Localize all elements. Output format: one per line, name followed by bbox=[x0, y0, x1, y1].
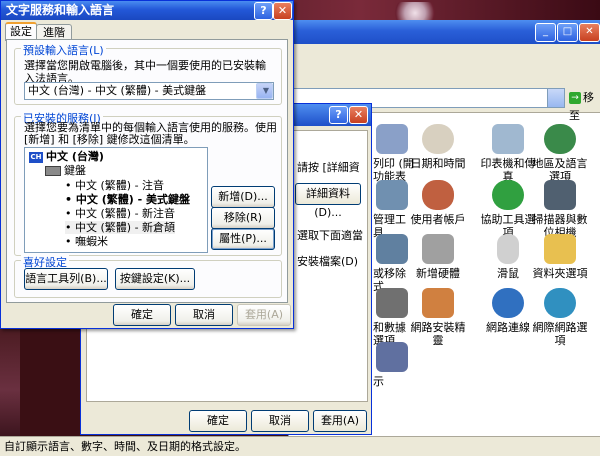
tree-language-node[interactable]: CH 中文 (台灣) bbox=[29, 150, 104, 163]
help-button[interactable]: ? bbox=[329, 106, 348, 124]
settings-tab-panel: 預設輸入語言(L) 選擇當您開啟電腦後，其中一個要使用的已安裝輸入法語言。 中文… bbox=[6, 39, 288, 303]
remove-button[interactable]: 移除(R) bbox=[211, 207, 275, 229]
properties-button[interactable]: 屬性(P)... bbox=[211, 228, 275, 250]
keyboard-icon bbox=[45, 166, 61, 176]
control-panel-titlebar[interactable]: _ □ ✕ bbox=[289, 20, 600, 44]
chevron-down-icon[interactable]: ▼ bbox=[256, 83, 273, 99]
details-button[interactable]: 詳細資料(D)... bbox=[295, 183, 361, 219]
key-settings-button[interactable]: 按鍵設定(K)... bbox=[115, 268, 195, 290]
maximize-button[interactable]: □ bbox=[557, 23, 578, 42]
details-instruction-text: 請按 [詳細資 bbox=[297, 161, 360, 174]
control-panel-item-internet-options[interactable]: 網際網路選 項 bbox=[519, 288, 600, 347]
close-button[interactable]: ✕ bbox=[579, 23, 600, 42]
control-panel-item-regional[interactable]: 地區及語言 選項 bbox=[519, 124, 600, 183]
close-button[interactable]: ✕ bbox=[349, 106, 368, 124]
tree-keyboard-node[interactable]: 鍵盤 bbox=[45, 164, 86, 177]
user-accounts-icon bbox=[422, 180, 454, 210]
add-button[interactable]: 新增(D)... bbox=[211, 186, 275, 208]
ok-button[interactable]: 確定 bbox=[189, 410, 247, 432]
go-button[interactable]: → 移至 bbox=[569, 89, 600, 122]
apply-button[interactable]: 套用(A) bbox=[237, 304, 291, 326]
status-bar: 自訂顯示語言、數字、時間、及日期的格式設定。 bbox=[0, 436, 600, 456]
clock-icon bbox=[422, 124, 454, 154]
tree-item-label: 中文 (繁體) - 美式鍵盤 bbox=[75, 193, 190, 206]
tree-item-selected[interactable]: • 中文 (繁體) - 新倉頡 bbox=[65, 221, 176, 234]
minimize-button[interactable]: _ bbox=[535, 23, 556, 42]
tab-advanced[interactable]: 進階 bbox=[36, 24, 72, 40]
globe-icon bbox=[544, 124, 576, 154]
menu-bar bbox=[289, 44, 600, 99]
control-panel-item-scanners[interactable]: 掃描器與數 位相機 bbox=[519, 180, 600, 239]
help-button[interactable]: ? bbox=[254, 2, 273, 20]
internet-globe-icon bbox=[544, 288, 576, 318]
dialog-title: 文字服務和輸入語言 bbox=[6, 3, 115, 17]
text-services-dialog: 文字服務和輸入語言 ? ✕ 設定 進階 預設輸入語言(L) 選擇當您開啟電腦後，… bbox=[0, 0, 294, 329]
tree-item-label: 嘸蝦米 bbox=[75, 235, 108, 248]
services-tree[interactable]: CH 中文 (台灣) 鍵盤 • 中文 (繁體) - 注音 • 中文 (繁體) - … bbox=[24, 147, 208, 253]
close-button[interactable]: ✕ bbox=[273, 2, 292, 20]
ok-button[interactable]: 確定 bbox=[113, 304, 171, 326]
tree-item[interactable]: • 中文 (繁體) - 美式鍵盤 bbox=[65, 193, 190, 206]
select-instruction-text: 選取下面適當 bbox=[297, 229, 363, 242]
tree-item-label: 中文 (繁體) - 新倉頡 bbox=[75, 221, 176, 234]
tree-item[interactable]: • 中文 (繁體) - 新注音 bbox=[65, 207, 175, 220]
control-panel-item-folder-options[interactable]: 資料夾選項 bbox=[519, 234, 600, 280]
address-dropdown-button[interactable] bbox=[547, 88, 565, 108]
tree-language-label: 中文 (台灣) bbox=[46, 150, 104, 163]
cancel-button[interactable]: 取消 bbox=[175, 304, 233, 326]
tree-keyboard-label: 鍵盤 bbox=[64, 164, 86, 177]
folder-icon bbox=[544, 234, 576, 264]
default-language-value: 中文 (台灣) - 中文 (繁體) - 美式鍵盤 bbox=[28, 84, 207, 97]
default-language-group-label: 預設輸入語言(L) bbox=[21, 42, 106, 58]
control-panel-item-label: 網際網路選 項 bbox=[532, 321, 588, 347]
mouse-icon bbox=[497, 234, 519, 264]
apply-button[interactable]: 套用(A) bbox=[313, 410, 367, 432]
dialog-titlebar[interactable]: 文字服務和輸入語言 bbox=[1, 1, 293, 20]
network-setup-icon bbox=[422, 288, 454, 318]
tree-item-label: 中文 (繁體) - 新注音 bbox=[75, 207, 176, 220]
language-flag-icon: CH bbox=[29, 151, 43, 163]
tree-item[interactable]: • 中文 (繁體) - 注音 bbox=[65, 179, 164, 192]
control-panel-item-label: 資料夾選項 bbox=[532, 267, 588, 280]
cancel-button[interactable]: 取消 bbox=[251, 410, 309, 432]
display-icon bbox=[376, 342, 408, 372]
tree-item[interactable]: • 嘸蝦米 bbox=[65, 235, 108, 248]
installed-services-description: 選擇您要為清單中的每個輸入語言使用的服務。使用 [新增] 和 [移除] 鍵修改這… bbox=[24, 121, 277, 146]
scanner-camera-icon bbox=[544, 180, 576, 210]
language-bar-button[interactable]: 語言工具列(B)... bbox=[24, 268, 108, 290]
tree-item-label: 中文 (繁體) - 注音 bbox=[75, 179, 165, 192]
hardware-icon bbox=[422, 234, 454, 264]
go-arrow-icon: → bbox=[569, 92, 581, 104]
install-files-label: 安裝檔案(D) bbox=[297, 255, 359, 268]
default-language-select[interactable]: 中文 (台灣) - 中文 (繁體) - 美式鍵盤 ▼ bbox=[24, 82, 274, 100]
